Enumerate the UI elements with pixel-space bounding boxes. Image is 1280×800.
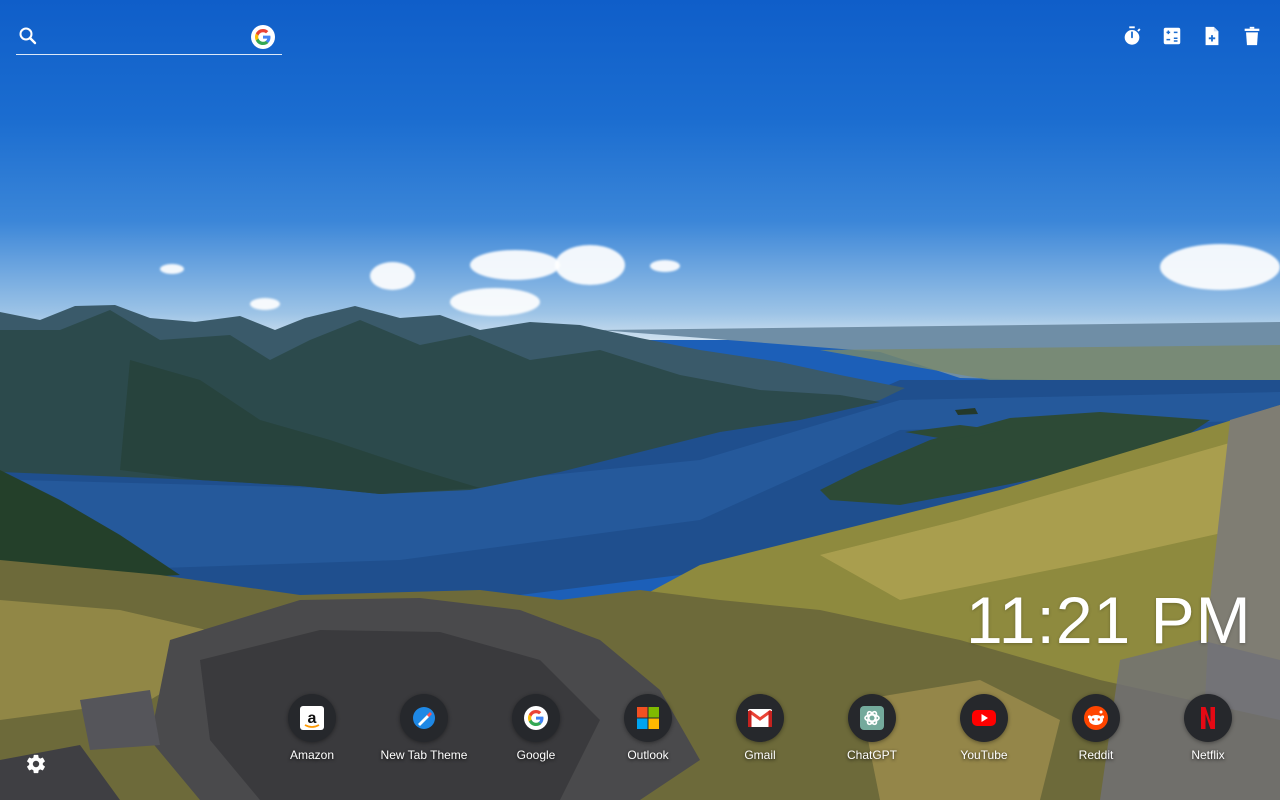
shortcut-label: ChatGPT xyxy=(846,748,897,762)
shortcut-chatgpt[interactable]: ChatGPT xyxy=(816,694,928,762)
shortcut-netflix[interactable]: Netflix xyxy=(1152,694,1264,762)
trash-icon[interactable] xyxy=(1232,24,1272,48)
shortcut-bar: a Amazon New Tab Theme Google Outlook Gm… xyxy=(256,694,1256,774)
youtube-icon xyxy=(960,694,1008,742)
new-tab-theme-icon xyxy=(400,694,448,742)
clock: 11:21 PM xyxy=(966,583,1252,657)
microsoft-icon xyxy=(624,694,672,742)
stopwatch-icon[interactable] xyxy=(1112,24,1152,48)
shortcut-reddit[interactable]: Reddit xyxy=(1040,694,1152,762)
calculator-icon[interactable] xyxy=(1152,24,1192,48)
shortcut-label: New Tab Theme xyxy=(380,748,468,762)
netflix-icon xyxy=(1184,694,1232,742)
shortcut-google[interactable]: Google xyxy=(480,694,592,762)
shortcut-label: Gmail xyxy=(744,748,776,762)
shortcut-new-tab-theme[interactable]: New Tab Theme xyxy=(368,694,480,762)
search-input[interactable] xyxy=(50,24,244,50)
shortcut-label: Reddit xyxy=(1078,748,1114,762)
shortcut-label: Outlook xyxy=(627,748,669,762)
amazon-icon: a xyxy=(288,694,336,742)
shortcut-label: YouTube xyxy=(960,748,1008,762)
shortcut-amazon[interactable]: a Amazon xyxy=(256,694,368,762)
add-note-icon[interactable] xyxy=(1192,24,1232,48)
search-bar[interactable] xyxy=(16,20,282,55)
landscape-art xyxy=(0,305,1280,800)
gear-icon[interactable] xyxy=(25,753,47,775)
toolbar xyxy=(1112,24,1272,48)
svg-text:a: a xyxy=(308,710,317,727)
chatgpt-icon xyxy=(848,694,896,742)
gmail-icon xyxy=(736,694,784,742)
shortcut-label: Netflix xyxy=(1191,748,1225,762)
google-icon[interactable] xyxy=(251,25,275,49)
shortcut-label: Google xyxy=(516,748,556,762)
shortcut-youtube[interactable]: YouTube xyxy=(928,694,1040,762)
background-landscape xyxy=(0,0,1280,800)
reddit-icon xyxy=(1072,694,1120,742)
search-icon[interactable] xyxy=(18,26,38,46)
shortcut-label: Amazon xyxy=(289,748,335,762)
shortcut-outlook[interactable]: Outlook xyxy=(592,694,704,762)
shortcut-gmail[interactable]: Gmail xyxy=(704,694,816,762)
google-icon xyxy=(512,694,560,742)
